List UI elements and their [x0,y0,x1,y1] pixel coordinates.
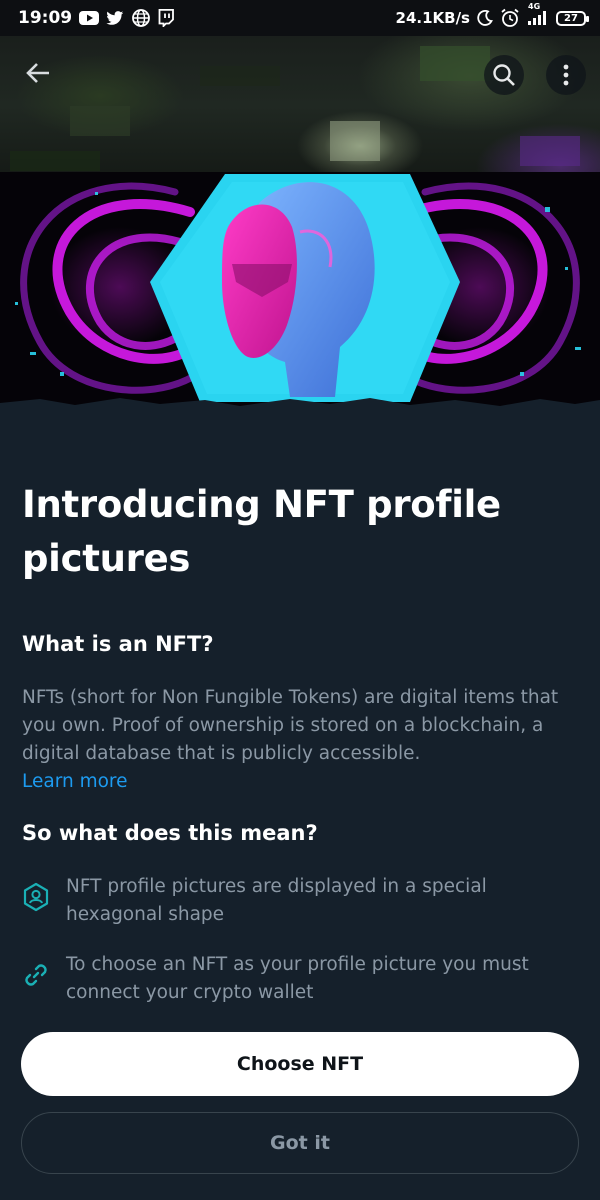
choose-nft-button[interactable]: Choose NFT [21,1032,579,1096]
link-icon [20,959,52,991]
search-icon [492,63,516,87]
youtube-icon [79,11,100,25]
what-is-nft-heading: What is an NFT? [22,632,214,656]
nft-hero-illustration [0,172,600,417]
bullet-text: NFT profile pictures are displayed in a … [66,876,487,925]
signal-icon: 4G [526,2,550,26]
list-item: NFT profile pictures are displayed in a … [20,873,580,929]
more-options-button[interactable] [546,55,586,95]
got-it-button[interactable]: Got it [21,1112,579,1174]
more-vertical-icon [563,63,569,87]
hexagon-profile-icon [20,881,52,913]
status-time: 19:09 [18,8,73,28]
globe-icon [131,8,151,28]
what-does-this-mean-heading: So what does this mean? [22,821,318,845]
arrow-left-icon [25,62,51,84]
nft-description: NFTs (short for Non Fungible Tokens) are… [22,684,582,796]
page-title: Introducing NFT profile pictures [22,483,501,580]
search-button[interactable] [484,55,524,95]
back-button[interactable] [18,53,58,93]
battery-level: 27 [564,12,578,24]
network-speed: 24.1KB/s [395,9,470,27]
alarm-icon [500,8,520,28]
network-type: 4G [528,2,541,11]
status-bar: 19:09 24.1KB/s 4G 27 [0,0,600,36]
nft-description-text: NFTs (short for Non Fungible Tokens) are… [22,687,559,764]
twitter-icon [106,10,124,26]
battery-icon: 27 [556,10,589,26]
learn-more-link[interactable]: Learn more [22,768,128,796]
torn-edge-divider [0,398,600,425]
list-item: To choose an NFT as your profile picture… [20,951,580,1007]
moon-icon [476,9,494,27]
bullet-text: To choose an NFT as your profile picture… [66,954,529,1003]
twitch-icon [158,9,175,27]
